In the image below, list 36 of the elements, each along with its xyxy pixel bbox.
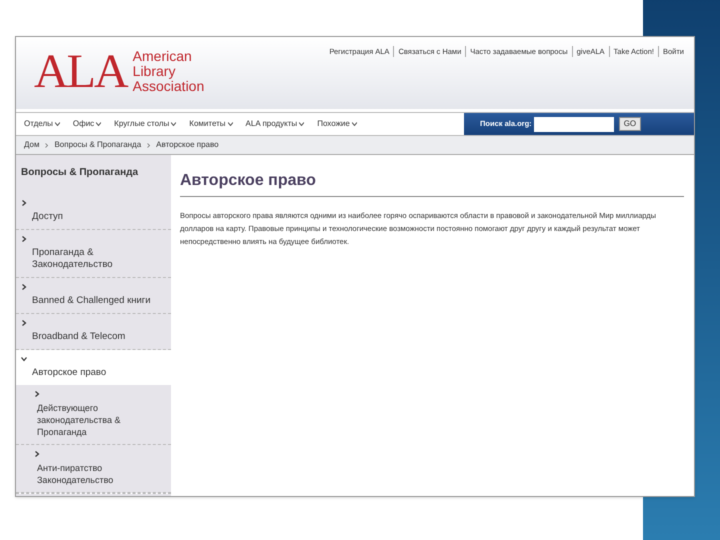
caret-icon [352,122,357,126]
article-title: Авторское право [180,169,684,197]
chevron-right-icon [21,200,27,206]
breadcrumb-link[interactable]: Дом [24,139,40,151]
chevron-right-icon [21,320,27,326]
sidebar-item[interactable]: Доступ [16,194,171,229]
chevron-down-icon [21,356,27,362]
sidebar-item[interactable]: Banned & Challenged книги [16,278,171,313]
chevron-right-icon [34,451,40,457]
caret-icon [54,122,60,126]
chevron-right-icon [147,142,150,148]
chevron-right-icon [21,284,27,290]
caret-icon [299,122,304,126]
search-field[interactable] [534,116,614,132]
nav-menu[interactable]: Отделы [24,118,60,130]
sidebar-item[interactable]: Действующего законодательства & Пропаганда [16,385,171,444]
nav-menu[interactable]: Похожие [317,118,357,130]
breadcrumb-link[interactable]: Вопросы & Пропаганда [54,139,142,151]
sidebar-item[interactable]: Пропаганда & Законодательство [16,230,171,277]
caret-icon [96,122,102,126]
logo-mark: ALA [34,50,127,94]
nav-menu[interactable]: Круглые столы [114,118,176,130]
sidebar-item[interactable]: Broadband & Telecom [16,314,171,349]
sidebar-item[interactable]: Анти-пиратство Законодательство [16,445,171,492]
chevron-right-icon [21,236,27,242]
nav-menu[interactable]: Офис [72,118,102,130]
sidebar-heading: Вопросы & Пропаганда [20,166,140,180]
caret-icon [171,122,176,126]
nav-menu[interactable]: Комитеты [189,118,233,130]
chevron-right-icon [34,391,40,397]
go-button[interactable]: GO [618,117,642,131]
breadcrumb-link[interactable]: Авторское право [156,139,219,151]
chevron-right-icon [45,142,48,148]
nav-menu[interactable]: ALA продукты [246,118,304,130]
logo-name: American Library Association [132,49,204,94]
caret-icon [228,122,233,126]
